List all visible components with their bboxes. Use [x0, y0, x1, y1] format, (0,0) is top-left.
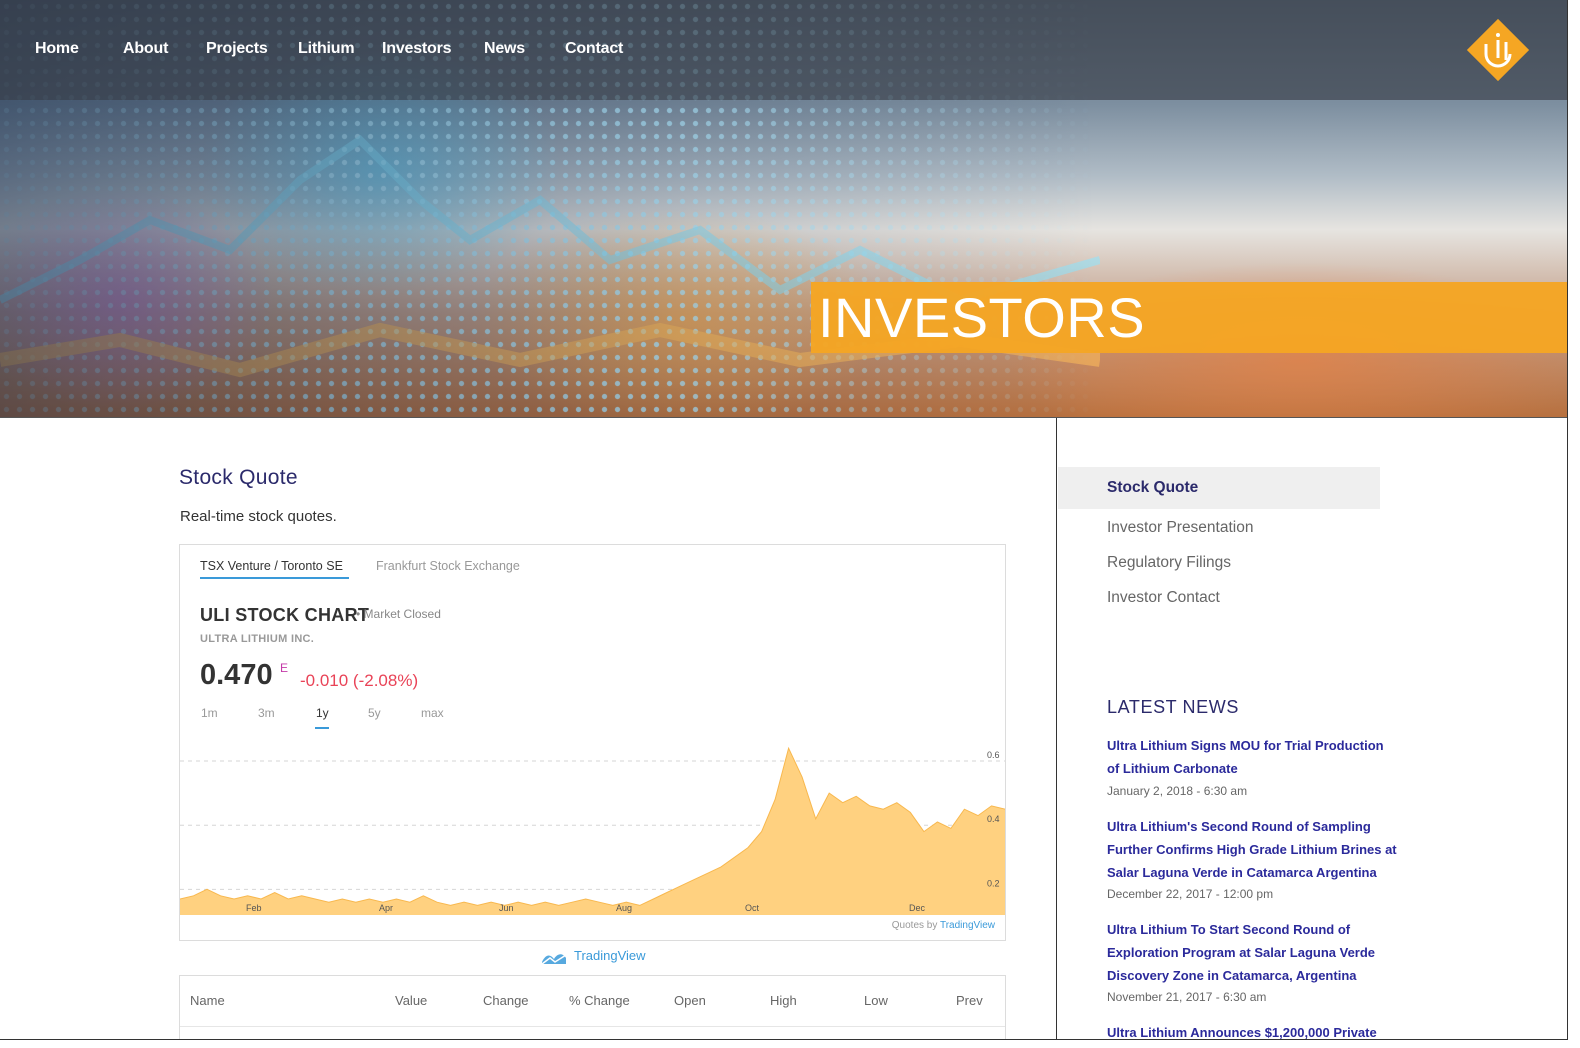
chart-area-series — [180, 748, 1005, 915]
nav-about[interactable]: About — [123, 40, 168, 58]
price-change: -0.010 (-2.08%) — [300, 671, 419, 690]
top-navigation: Home About Projects Lithium Investors Ne… — [0, 0, 1567, 100]
news-item-date: December 22, 2017 - 12:00 pm — [1107, 887, 1274, 901]
stock-quote-heading: Stock Quote — [179, 466, 298, 489]
sidebar-item-regulatory-filings[interactable]: Regulatory Filings — [1107, 554, 1231, 572]
col-pct-change: % Change — [569, 993, 630, 1008]
y-tick-label: 0.2 — [987, 878, 1000, 888]
nav-projects[interactable]: Projects — [206, 40, 268, 58]
news-item-title[interactable]: Ultra Lithium To Start Second Round of E… — [1107, 918, 1397, 987]
x-tick-label: Dec — [909, 903, 926, 913]
tradingview-link[interactable]: TradingView — [574, 948, 646, 963]
hero-divider — [0, 417, 1567, 418]
sidebar-item-investor-presentation[interactable]: Investor Presentation — [1107, 519, 1253, 537]
stock-chart-title: ULI STOCK CHART — [200, 605, 370, 625]
company-logo[interactable] — [1462, 14, 1534, 86]
latest-news-heading: LATEST NEWS — [1107, 697, 1239, 717]
sidebar-divider — [1056, 418, 1057, 1039]
stock-quote-subtitle: Real-time stock quotes. — [180, 508, 337, 525]
news-item-title[interactable]: Ultra Lithium Signs MOU for Trial Produc… — [1107, 734, 1397, 780]
x-tick-label: Jun — [499, 903, 514, 913]
news-item-title[interactable]: Ultra Lithium's Second Round of Sampling… — [1107, 815, 1397, 884]
sidebar-item-investor-contact[interactable]: Investor Contact — [1107, 589, 1220, 607]
table-header-divider — [180, 1026, 1005, 1027]
col-open: Open — [674, 993, 706, 1008]
price-flag: E — [280, 661, 289, 675]
range-3m[interactable]: 3m — [258, 706, 275, 720]
news-item-date: November 21, 2017 - 6:30 am — [1107, 990, 1267, 1004]
y-tick-label: 0.4 — [987, 814, 1000, 824]
news-item-date: January 2, 2018 - 6:30 am — [1107, 784, 1248, 798]
active-range-indicator — [315, 727, 329, 729]
col-prev: Prev — [956, 993, 983, 1008]
x-tick-label: Oct — [745, 903, 760, 913]
range-5y[interactable]: 5y — [368, 706, 381, 720]
quotes-by-prefix: Quotes by — [891, 920, 940, 931]
col-high: High — [770, 993, 797, 1008]
page-title: INVESTORS — [818, 286, 1146, 349]
quotes-by-brand: TradingView — [939, 920, 995, 931]
col-name: Name — [190, 993, 225, 1008]
stock-price: 0.470 — [200, 659, 273, 691]
x-tick-label: Apr — [379, 903, 393, 913]
nav-investors[interactable]: Investors — [382, 40, 452, 58]
col-value: Value — [395, 993, 428, 1008]
nav-contact[interactable]: Contact — [565, 40, 623, 58]
news-item-title[interactable]: Ultra Lithium Announces $1,200,000 Priva… — [1107, 1021, 1397, 1039]
market-status: • Market Closed — [356, 607, 441, 621]
stock-widget: TSX Venture / Toronto SE Frankfurt Stock… — [179, 544, 1006, 941]
nav-news[interactable]: News — [484, 40, 525, 58]
range-max[interactable]: max — [421, 706, 444, 720]
sidebar-item-stock-quote[interactable]: Stock Quote — [1107, 479, 1198, 497]
tradingview-icon[interactable] — [540, 950, 568, 966]
quotes-attribution[interactable]: Quotes by TradingView — [892, 920, 995, 931]
hero-banner-image: Home About Projects Lithium Investors Ne… — [0, 0, 1567, 418]
y-tick-label: 0.6 — [987, 750, 1000, 760]
tab-tsx-venture[interactable]: TSX Venture / Toronto SE — [200, 559, 343, 573]
nav-lithium[interactable]: Lithium — [298, 40, 355, 58]
range-1y[interactable]: 1y — [316, 706, 329, 720]
range-1m[interactable]: 1m — [201, 706, 218, 720]
tab-frankfurt[interactable]: Frankfurt Stock Exchange — [376, 559, 520, 573]
col-low: Low — [864, 993, 888, 1008]
stock-area-chart[interactable]: 0.6 0.4 0.2 Feb Apr Jun Aug Oct Dec — [180, 745, 1005, 917]
active-tab-indicator — [200, 577, 349, 579]
company-name: ULTRA LITHIUM INC. — [200, 633, 315, 645]
x-tick-label: Feb — [246, 903, 262, 913]
x-tick-label: Aug — [616, 903, 632, 913]
page-frame: Home About Projects Lithium Investors Ne… — [0, 0, 1568, 1040]
quote-table: Name Value Change % Change Open High Low… — [179, 975, 1006, 1039]
col-change: Change — [483, 993, 529, 1008]
nav-home[interactable]: Home — [35, 40, 79, 58]
